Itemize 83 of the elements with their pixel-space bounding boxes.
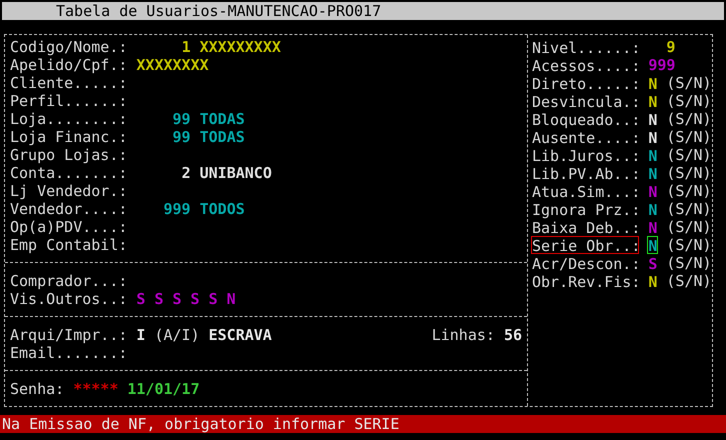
field-hint: (S/N): [666, 200, 712, 218]
status-message: Na Emissao de NF, obrigatorio informar SERIE: [2, 415, 400, 433]
field-hint: (S/N): [666, 74, 712, 92]
flag-value: N: [647, 128, 658, 146]
field-label: Senha:: [10, 380, 64, 398]
field-hint: (S/N): [666, 146, 712, 164]
field-label: Apelido/Cpf.:: [10, 56, 128, 74]
field-label: Lib.Juros..:: [531, 146, 640, 164]
field-hint: (S/N): [666, 182, 712, 200]
field-label: Perfil......:: [10, 92, 128, 110]
field-value: 9: [665, 38, 676, 56]
flag-value: N: [226, 290, 236, 308]
flag-value: N: [647, 200, 658, 218]
flag-value: S: [136, 290, 146, 308]
field-value: TODOS: [200, 200, 245, 218]
field-hint: (S/N): [666, 254, 712, 272]
field-label: Acessos....:: [531, 56, 640, 74]
field-label: Emp Contabil:: [10, 236, 128, 254]
field-label: Baixa Deb..:: [531, 218, 640, 236]
field-label: Vendedor....:: [10, 200, 128, 218]
field-label: Ausente....:: [531, 128, 640, 146]
field-label: Grupo Lojas.:: [10, 146, 128, 164]
field-label: Ignora Prz.:: [531, 200, 640, 218]
field-label: Email.......:: [10, 344, 128, 362]
field-label: Nivel......:: [531, 38, 640, 56]
field-value: I: [136, 326, 146, 344]
field-label: Lj Vendedor.:: [10, 182, 128, 200]
field-hint: (S/N): [666, 128, 712, 146]
flag-value: N: [647, 164, 658, 182]
lines-label: Linhas:: [432, 326, 495, 344]
flag-value: N: [647, 92, 658, 110]
field-label: Arqui/Impr..:: [10, 326, 128, 344]
field-label: Loja Financ.:: [10, 128, 128, 146]
field-label: Obr.Rev.Fis:: [531, 272, 640, 290]
field-code: 99: [172, 110, 191, 128]
field-label: Codigo/Nome.:: [10, 38, 128, 56]
field-label: Desvincula.:: [531, 92, 640, 110]
field-label: Comprador...:: [10, 272, 128, 290]
field-label: Op(a)PDV....:: [10, 218, 128, 236]
field-code: 99: [172, 128, 191, 146]
flag-value: S: [208, 290, 218, 308]
field-value: XXXXXXXX: [136, 56, 209, 74]
field-label: Acr/Descon.:: [531, 254, 640, 272]
field-label: Serie Obr..:: [531, 236, 640, 254]
field-hint: (S/N): [666, 164, 712, 182]
field-label: Lib.PV.Ab..:: [531, 164, 640, 182]
printer-name: ESCRAVA: [208, 326, 272, 344]
field-value: UNIBANCO: [200, 164, 272, 182]
field-label: Loja........:: [10, 110, 128, 128]
flag-value: S: [190, 290, 200, 308]
field-hint: (S/N): [666, 272, 712, 290]
field-label: Cliente.....:: [10, 74, 128, 92]
field-code: 999: [162, 200, 191, 218]
flag-value: S: [154, 290, 164, 308]
flag-value: N: [647, 146, 658, 164]
flag-value: N: [647, 272, 658, 290]
field-value: 999: [648, 56, 676, 74]
lines-value: 56: [504, 326, 522, 344]
field-label: Direto.....:: [531, 74, 640, 92]
flag-value: N: [647, 218, 658, 236]
field-label: Conta.......:: [10, 164, 128, 182]
field-value: XXXXXXXXX: [200, 38, 281, 56]
flag-value: N: [647, 236, 658, 254]
flag-value: N: [647, 74, 658, 92]
field-code: 2: [180, 164, 191, 182]
flag-value: N: [647, 182, 658, 200]
field-value: TODAS: [200, 128, 245, 146]
field-label: Bloqueado..:: [531, 110, 640, 128]
flag-value: S: [172, 290, 182, 308]
window-title: Tabela de Usuarios-MANUTENCAO-PRO017: [56, 2, 382, 20]
flag-value: N: [647, 110, 658, 128]
flag-value: S: [647, 254, 658, 272]
field-label: Vis.Outros..:: [10, 290, 128, 308]
field-label: Atua.Sim...:: [531, 182, 640, 200]
field-hint: (A/I): [154, 326, 200, 344]
field-hint: (S/N): [666, 92, 712, 110]
password-value: *****: [73, 380, 118, 398]
field-hint: (S/N): [666, 110, 712, 128]
field-value: TODAS: [200, 110, 245, 128]
date-value: 11/01/17: [127, 380, 200, 398]
field-code: 1: [180, 38, 191, 56]
field-hint: (S/N): [666, 218, 712, 236]
field-hint: (S/N): [666, 236, 712, 254]
